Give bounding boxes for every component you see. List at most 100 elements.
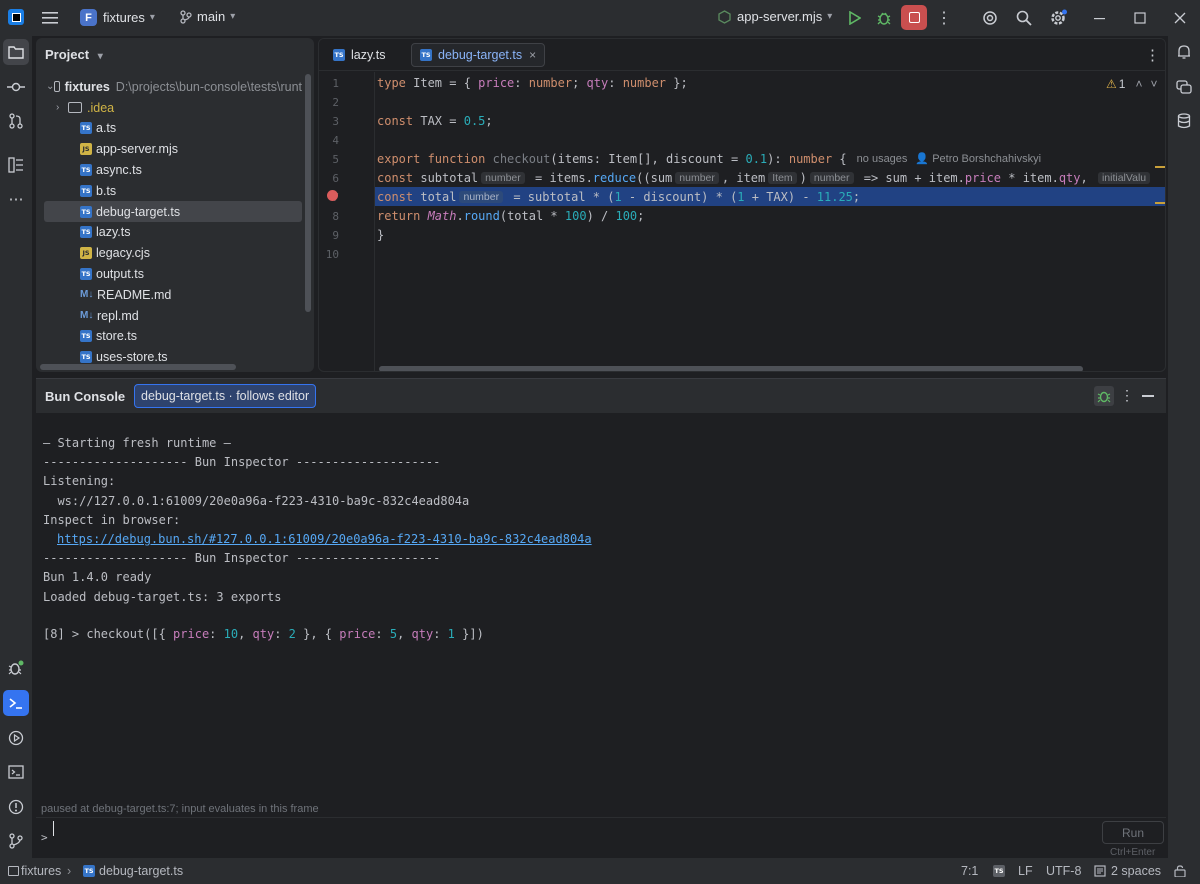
run-button[interactable]	[840, 4, 868, 32]
typescript-language-icon[interactable]: TS	[993, 865, 1005, 877]
tree-item[interactable]: TS a.ts	[44, 118, 302, 139]
pull-requests-icon[interactable]	[3, 108, 29, 134]
bun-console-tool-icon[interactable]	[3, 690, 29, 716]
input-cursor	[53, 821, 54, 836]
warning-icon: ⚠	[1106, 77, 1117, 91]
typescript-file-icon: TS	[80, 205, 92, 218]
console-output-line: Bun 1.4.0 ready	[43, 570, 152, 585]
tree-item[interactable]: JS legacy.cjs	[44, 243, 302, 264]
no-usages-hint[interactable]: no usages	[857, 153, 908, 165]
line-number: 3	[332, 115, 339, 128]
code-line-6[interactable]: const subtotal number = items. reduce ((sum…	[377, 168, 1153, 187]
settings-gear-icon[interactable]	[1044, 4, 1072, 32]
console-output-line: Listening:	[43, 474, 116, 489]
tree-item[interactable]: › .idea	[44, 97, 302, 118]
commit-tool-icon[interactable]	[3, 74, 29, 100]
editor-horizontal-scrollbar[interactable]	[379, 366, 1083, 371]
line-ending[interactable]: LF	[1018, 864, 1033, 878]
close-window-icon[interactable]	[1166, 4, 1194, 32]
debug-button[interactable]	[870, 4, 898, 32]
author-hint[interactable]: 👤 Petro Borshchahivskyi	[915, 152, 1041, 165]
code-line-1[interactable]: type Item = { price: number; qty: number…	[377, 73, 688, 92]
project-tool-icon[interactable]	[3, 39, 29, 65]
indent-icon	[1094, 865, 1106, 877]
breadcrumb-root[interactable]: fixtures	[21, 864, 61, 878]
console-target-badge[interactable]: debug-target.ts · follows editor	[134, 384, 317, 408]
main-menu-icon[interactable]	[36, 4, 64, 32]
minimize-window-icon[interactable]	[1086, 4, 1114, 32]
git-tool-icon[interactable]	[3, 828, 29, 854]
structure-tool-icon[interactable]	[3, 152, 29, 178]
tree-item[interactable]: TS async.ts	[44, 159, 302, 180]
services-tool-icon[interactable]	[3, 725, 29, 751]
terminal-tool-icon[interactable]	[3, 759, 29, 785]
database-icon[interactable]	[1171, 108, 1197, 134]
tree-item[interactable]: TS b.ts	[44, 180, 302, 201]
git-branch-icon	[180, 9, 192, 24]
console-more-icon[interactable]: ⋮	[1120, 387, 1134, 404]
code-line-3[interactable]: const TAX = 0.5;	[377, 111, 493, 130]
tree-item[interactable]: TS debug-target.ts	[44, 201, 302, 222]
chevron-down-icon: ⌄	[46, 81, 55, 92]
branch-switcher[interactable]: main ▾	[180, 9, 235, 24]
inspection-widget[interactable]: ⚠ 1 ˄ ˅	[1106, 77, 1157, 91]
run-shortcut-hint: Ctrl+Enter	[1110, 847, 1156, 858]
console-input-area[interactable]: > Run Ctrl+Enter	[36, 817, 1166, 858]
more-tools-icon[interactable]: ⋯	[3, 186, 29, 212]
tree-item[interactable]: M↓ repl.md	[44, 305, 302, 326]
root-folder-path: D:\projects\bun-console\tests\runt	[115, 79, 302, 94]
tree-item[interactable]: M↓ README.md	[44, 284, 302, 305]
type-hint: number	[481, 171, 525, 184]
notifications-icon[interactable]	[1171, 39, 1197, 65]
search-icon[interactable]	[1010, 4, 1038, 32]
javascript-file-icon: JS	[80, 143, 92, 156]
project-switcher[interactable]: F fixtures ▾	[80, 9, 155, 26]
indent-setting[interactable]: 2 spaces	[1111, 864, 1161, 878]
tab-lazy-ts[interactable]: TS lazy.ts	[325, 43, 394, 67]
tree-item[interactable]: TS lazy.ts	[44, 222, 302, 243]
tree-item[interactable]: TS output.ts	[44, 263, 302, 284]
tree-item-label: async.ts	[96, 162, 142, 177]
tree-item-label: output.ts	[96, 266, 144, 281]
stop-button[interactable]	[901, 5, 927, 30]
ai-chat-icon[interactable]	[1171, 74, 1197, 100]
chevron-up-icon[interactable]: ˄	[1135, 77, 1142, 91]
tree-root[interactable]: ⌄ fixtures D:\projects\bun-console\tests…	[44, 76, 302, 97]
breadcrumb-separator-icon: ›	[67, 864, 72, 878]
debug-tool-icon[interactable]	[3, 655, 29, 681]
tree-item[interactable]: TS store.ts	[44, 326, 302, 347]
problems-tool-icon[interactable]	[3, 794, 29, 820]
code-line-9[interactable]: }	[377, 225, 384, 244]
typescript-file-icon: TS	[80, 330, 92, 343]
editor-more-icon[interactable]: ⋮	[1145, 46, 1160, 64]
caret-position[interactable]: 7:1	[961, 864, 978, 878]
breakpoint-icon[interactable]	[327, 190, 338, 201]
close-tab-icon[interactable]: ×	[529, 48, 536, 62]
maximize-window-icon[interactable]	[1126, 4, 1154, 32]
file-encoding[interactable]: UTF-8	[1046, 864, 1081, 878]
breadcrumb-file[interactable]: debug-target.ts	[99, 864, 183, 878]
tree-item[interactable]: JS app-server.mjs	[44, 139, 302, 160]
more-actions-icon[interactable]: ⋮	[930, 4, 958, 32]
horizontal-scrollbar[interactable]	[40, 364, 236, 370]
bun-console-panel: Bun Console debug-target.ts · follows ed…	[36, 378, 1166, 858]
project-badge: F	[80, 9, 97, 26]
debug-attach-icon[interactable]	[1094, 386, 1114, 406]
vertical-scrollbar[interactable]	[305, 74, 311, 312]
app-logo-icon[interactable]	[8, 9, 24, 25]
typescript-file-icon: TS	[80, 184, 92, 197]
tab-debug-target-ts[interactable]: TS debug-target.ts ×	[411, 43, 546, 67]
code-line-8[interactable]: return Math. round (total * 100) / 100;	[377, 206, 644, 225]
chevron-right-icon: ›	[56, 102, 60, 113]
chevron-down-icon[interactable]: ˅	[1150, 77, 1157, 91]
hide-panel-icon[interactable]	[1142, 395, 1154, 397]
code-line-5[interactable]: export function checkout (items: Item[], …	[377, 149, 1041, 168]
run-console-button[interactable]: Run	[1102, 821, 1164, 844]
ai-assistant-icon[interactable]	[976, 4, 1004, 32]
lock-icon[interactable]	[1174, 865, 1186, 877]
inspector-link[interactable]: https://debug.bun.sh/#127.0.0.1:61009/20…	[57, 530, 592, 549]
code-line-7-execution-point[interactable]: const total number = subtotal * (1 - disc…	[375, 187, 1165, 206]
run-config-selector[interactable]: app-server.mjs ▾	[718, 9, 832, 24]
project-panel-header[interactable]: Project ▾	[45, 47, 103, 62]
type-hint: number	[459, 190, 504, 203]
